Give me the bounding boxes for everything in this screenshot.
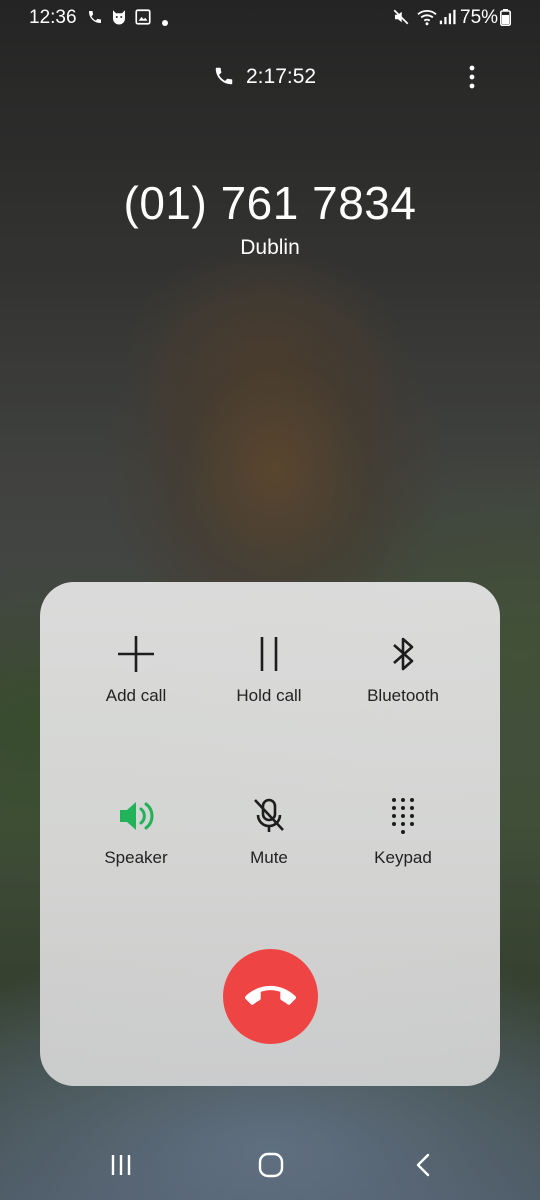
call-phone-icon bbox=[213, 65, 235, 92]
plus-icon bbox=[118, 636, 154, 672]
cat-notification-icon bbox=[110, 8, 128, 31]
mic-off-icon bbox=[254, 798, 284, 832]
call-duration: 2:17:52 bbox=[246, 65, 317, 88]
pause-icon bbox=[260, 637, 278, 671]
mute-icon bbox=[392, 8, 410, 31]
end-call-icon bbox=[245, 985, 296, 1005]
gallery-icon bbox=[134, 8, 152, 31]
status-time: 12:36 bbox=[29, 7, 77, 28]
home-button[interactable] bbox=[251, 1150, 291, 1180]
phone-icon bbox=[87, 8, 103, 31]
hold-call-button[interactable]: Hold call bbox=[202, 632, 336, 742]
status-bar: 12:36 75% bbox=[0, 0, 540, 34]
more-vertical-icon bbox=[469, 65, 475, 89]
keypad-button[interactable]: Keypad bbox=[336, 794, 470, 904]
more-options-button[interactable] bbox=[460, 63, 484, 91]
mute-button[interactable]: Mute bbox=[202, 794, 336, 904]
call-timer-row: 2:17:52 bbox=[0, 62, 540, 92]
add-call-label: Add call bbox=[105, 686, 167, 705]
navigation-bar bbox=[0, 1130, 540, 1200]
caller-location: Dublin bbox=[240, 236, 300, 259]
speaker-label: Speaker bbox=[104, 848, 168, 867]
hold-call-label: Hold call bbox=[236, 686, 302, 705]
battery-icon bbox=[500, 9, 511, 31]
bluetooth-icon bbox=[393, 637, 414, 671]
bluetooth-button[interactable]: Bluetooth bbox=[336, 632, 470, 742]
keypad-label: Keypad bbox=[374, 848, 432, 867]
add-call-button[interactable]: Add call bbox=[69, 632, 203, 742]
dot-icon bbox=[162, 13, 168, 31]
recents-icon bbox=[111, 1155, 131, 1175]
speaker-icon bbox=[120, 802, 154, 830]
mute-label: Mute bbox=[250, 848, 288, 867]
back-icon bbox=[416, 1153, 430, 1177]
home-icon bbox=[258, 1152, 284, 1178]
end-call-button[interactable] bbox=[223, 949, 318, 1044]
back-button[interactable] bbox=[404, 1150, 444, 1180]
bluetooth-label: Bluetooth bbox=[367, 686, 439, 705]
signal-icon bbox=[438, 8, 456, 31]
speaker-button[interactable]: Speaker bbox=[69, 794, 203, 904]
dialpad-icon bbox=[392, 798, 414, 834]
wifi-icon bbox=[416, 8, 438, 31]
battery-percent: 75% bbox=[460, 7, 499, 28]
recent-apps-button[interactable] bbox=[101, 1150, 141, 1180]
caller-number: (01) 761 7834 bbox=[123, 177, 417, 229]
